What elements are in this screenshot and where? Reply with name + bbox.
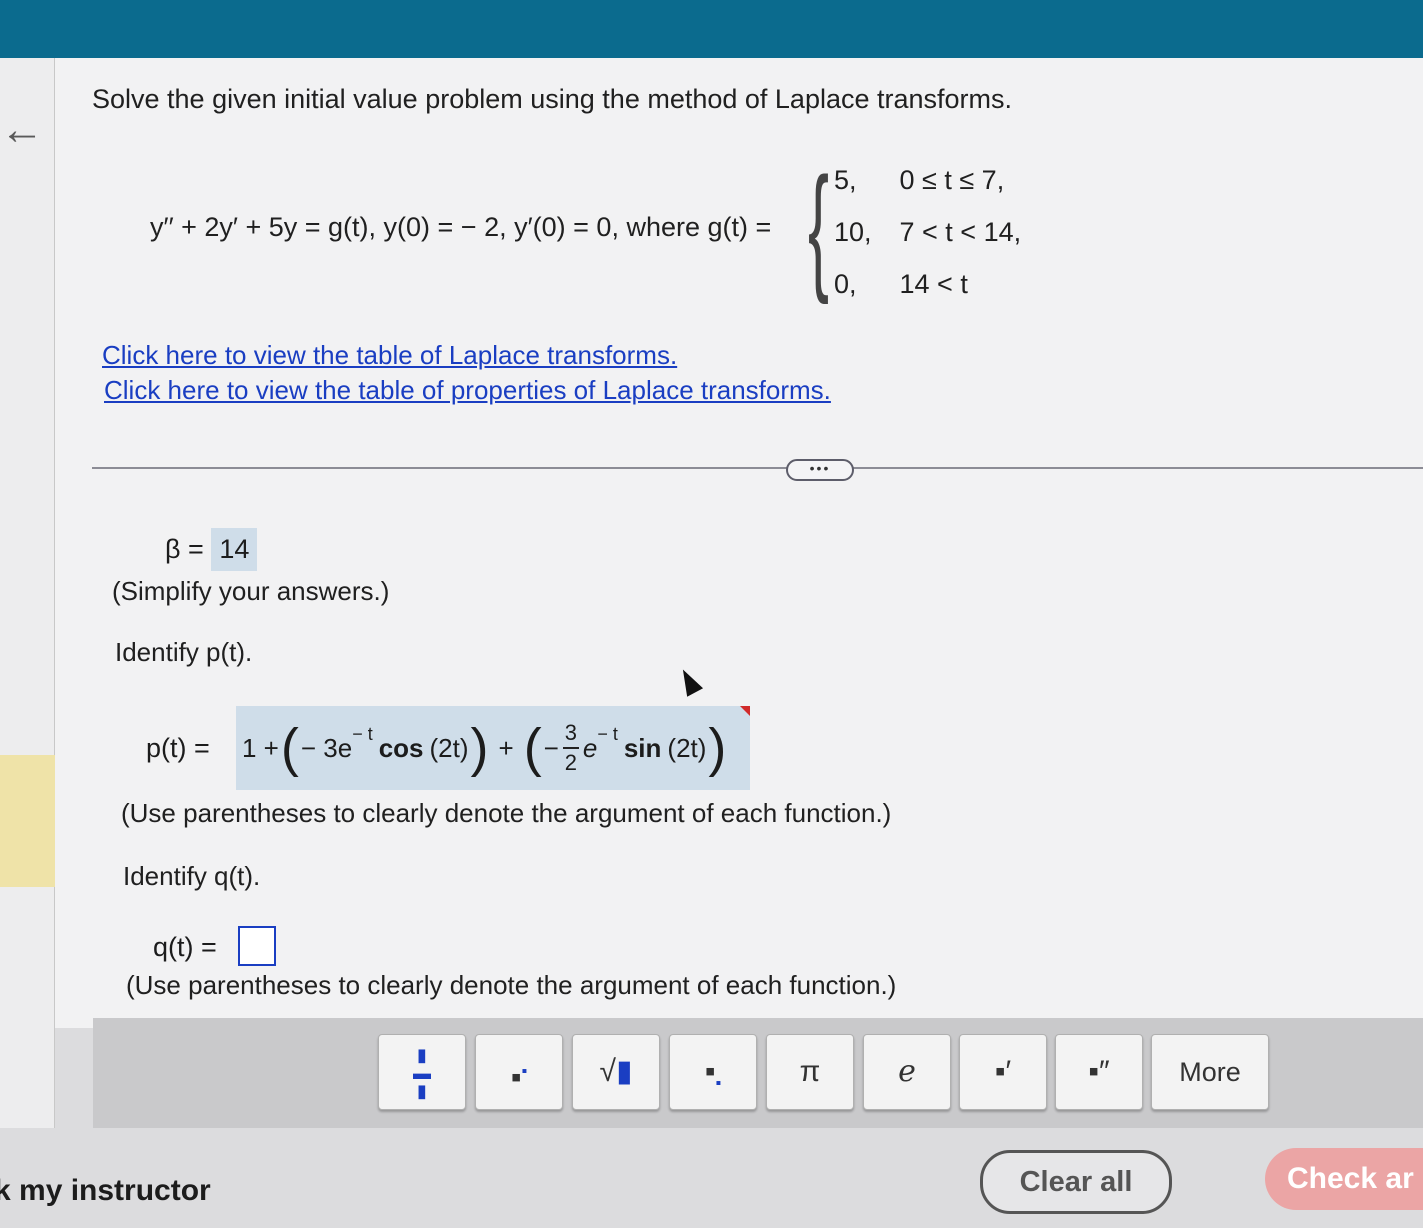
- superscript-button[interactable]: ▪▪: [475, 1034, 563, 1110]
- back-arrow-icon[interactable]: ←: [0, 100, 44, 160]
- case-condition: 14 < t: [899, 269, 968, 299]
- p-fraction: 3 2: [562, 720, 579, 775]
- more-button[interactable]: More: [1151, 1034, 1269, 1110]
- ask-instructor-link[interactable]: k my instructor: [0, 1174, 211, 1208]
- p-e: e: [582, 732, 598, 763]
- pi-button[interactable]: π: [766, 1034, 854, 1110]
- p-exponent: − t: [352, 723, 373, 744]
- q-label: q(t) =: [153, 932, 217, 962]
- identify-q-prompt: Identify q(t).: [123, 861, 261, 891]
- e-button[interactable]: e: [863, 1034, 951, 1110]
- case-row: 10, 7 < t < 14,: [834, 212, 1021, 264]
- laplace-properties-link[interactable]: Click here to view the table of properti…: [104, 375, 831, 406]
- double-prime-icon: ▪″: [1088, 1055, 1110, 1088]
- ivp-equation: y′′ + 2y′ + 5y = g(t), y(0) = − 2, y′(0)…: [150, 212, 772, 242]
- p-label: p(t) =: [146, 733, 210, 763]
- case-condition: 7 < t < 14,: [899, 217, 1022, 247]
- case-row: 5, 0 ≤ t ≤ 7,: [834, 160, 1021, 212]
- expand-more-button[interactable]: •••: [786, 459, 854, 481]
- clear-all-button[interactable]: Clear all: [980, 1150, 1172, 1214]
- p-term2-prefix: − 3e: [300, 732, 353, 763]
- left-paren: (: [523, 718, 542, 778]
- p-cos-arg: (2t): [429, 732, 469, 763]
- fraction-icon: ▮ ▬ ▮: [413, 1045, 431, 1102]
- paren-note-p: (Use parentheses to clearly denote the a…: [121, 798, 892, 828]
- question-text: Solve the given initial value problem us…: [92, 84, 1013, 114]
- piecewise-cases: 5, 0 ≤ t ≤ 7, 10, 7 < t < 14, 0, 14 < t: [834, 160, 1021, 316]
- beta-answer[interactable]: 14: [211, 528, 258, 571]
- right-paren: ): [708, 718, 727, 778]
- p-term1: 1 +: [242, 732, 279, 763]
- q-answer-input[interactable]: [238, 926, 276, 966]
- p-sin-arg: (2t): [667, 732, 707, 763]
- left-gutter: [0, 58, 55, 1128]
- sqrt-icon: √▮: [599, 1055, 633, 1088]
- piecewise-brace: {: [808, 148, 830, 305]
- p-minus: −: [543, 732, 559, 763]
- paren-note-q: (Use parentheses to clearly denote the a…: [126, 970, 897, 1000]
- p-answer-field[interactable]: 1 + ( − 3e − t cos (2t) ) + ( − 3 2 e − …: [236, 706, 750, 790]
- prime-icon: ▪′: [994, 1055, 1012, 1088]
- p-cos: cos: [378, 732, 424, 763]
- beta-row: β = 14: [165, 528, 258, 571]
- sqrt-button[interactable]: √▮: [572, 1034, 660, 1110]
- top-bar: [0, 0, 1423, 58]
- footer: [0, 1128, 1423, 1228]
- prime-button[interactable]: ▪′: [959, 1034, 1047, 1110]
- e-icon: e: [898, 1054, 916, 1089]
- p-plus: +: [498, 732, 514, 763]
- right-paren: ): [470, 718, 489, 778]
- case-value: 0,: [834, 269, 857, 299]
- subscript-icon: ▪▪: [704, 1055, 722, 1092]
- laplace-table-link[interactable]: Click here to view the table of Laplace …: [102, 340, 677, 371]
- simplify-note: (Simplify your answers.): [112, 576, 390, 606]
- left-paren: (: [280, 718, 299, 778]
- double-prime-button[interactable]: ▪″: [1055, 1034, 1143, 1110]
- p-frac-num: 3: [564, 720, 577, 745]
- error-flag-icon: [740, 706, 750, 716]
- subscript-button[interactable]: ▪▪: [669, 1034, 757, 1110]
- math-toolbar: ▮ ▬ ▮ ▪▪ √▮ ▪▪ π e ▪′ ▪″ More: [93, 1018, 1423, 1128]
- p-frac-den: 2: [564, 750, 577, 775]
- fraction-bar: [562, 747, 579, 749]
- p-sin: sin: [623, 732, 662, 763]
- superscript-icon: ▪▪: [510, 1061, 528, 1094]
- case-condition: 0 ≤ t ≤ 7,: [899, 165, 1005, 195]
- case-row: 0, 14 < t: [834, 264, 1021, 316]
- section-divider: [92, 467, 1423, 469]
- p-exponent-2: − t: [597, 723, 618, 744]
- identify-p-prompt: Identify p(t).: [115, 637, 253, 667]
- beta-label: β =: [165, 534, 204, 564]
- case-value: 10,: [834, 217, 872, 247]
- check-answer-button[interactable]: Check ar: [1265, 1148, 1423, 1210]
- case-value: 5,: [834, 165, 857, 195]
- p-expression: 1 + ( − 3e − t cos (2t) ) + ( − 3 2 e − …: [242, 706, 728, 790]
- fraction-button[interactable]: ▮ ▬ ▮: [378, 1034, 466, 1110]
- pi-icon: π: [799, 1055, 821, 1088]
